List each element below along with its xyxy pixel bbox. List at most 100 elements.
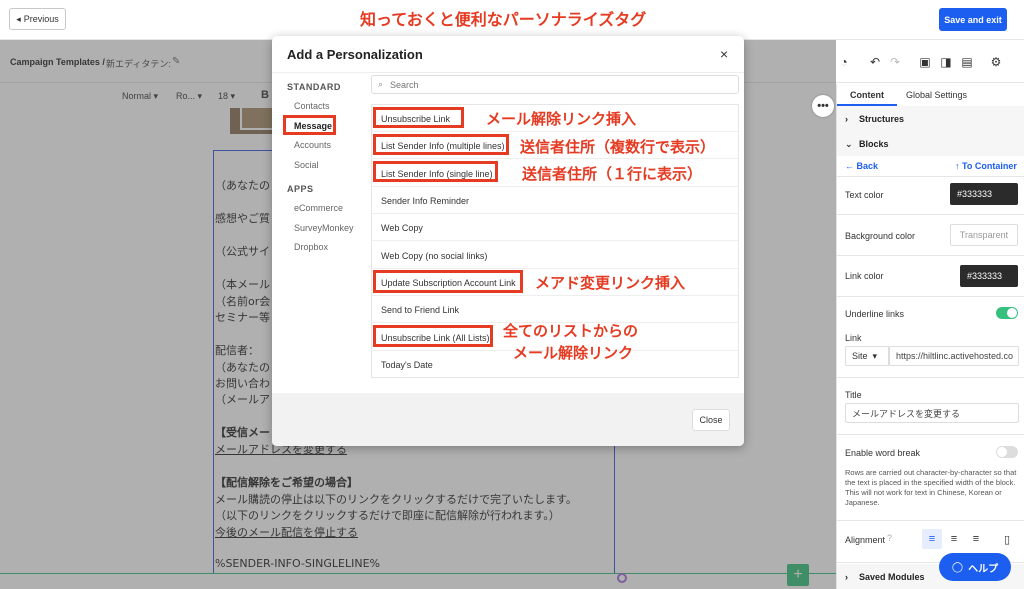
back-link[interactable]: ← Back (845, 161, 878, 171)
underline-links-label: Underline links (845, 309, 905, 319)
annotation-box (283, 115, 336, 135)
help-button[interactable]: ◯ ヘルプ (939, 553, 1011, 581)
annotation-label: 送信者住所（１行に表示） (522, 165, 703, 183)
chevron-down-icon: ⌄ (845, 139, 853, 149)
preview-icon[interactable]: ◨ (938, 54, 954, 70)
list-item[interactable]: Sender Info Reminder (372, 187, 738, 214)
link-url-input[interactable]: https://hiltlinc.activehosted.co (889, 346, 1019, 366)
list-item[interactable]: Web Copy (372, 214, 738, 241)
divider (837, 255, 1024, 256)
word-break-note: Rows are carried out character-by-charac… (845, 468, 1017, 507)
underline-links-toggle[interactable] (996, 307, 1018, 319)
help-label: ヘルプ (968, 563, 999, 575)
blocks-section[interactable]: ⌄ Blocks (837, 131, 1024, 156)
divider (272, 72, 744, 73)
annotation-title: 知っておくと便利なパーソナライズタグ (360, 10, 647, 29)
annotation-box (373, 161, 498, 182)
align-left-button[interactable]: ≡ (922, 529, 942, 549)
annotation-label: メール解除リンク挿入 (486, 110, 637, 128)
annotation-box (373, 134, 509, 155)
align-right-button[interactable]: ≡ (966, 529, 986, 549)
text-color-label: Text color (845, 190, 884, 200)
option-label: Sender Info Reminder (381, 196, 470, 206)
chevron-right-icon: › (845, 572, 848, 582)
option-label: Today's Date (381, 360, 433, 370)
properties-panel: Content Global Settings › Structures ⌄ B… (836, 84, 1024, 589)
title-input[interactable]: メールアドレスを変更する (845, 403, 1019, 423)
alignment-label: Alignment (845, 535, 886, 545)
divider (837, 176, 1024, 177)
list-item[interactable]: Send to Friend Link (372, 296, 738, 323)
title-label: Title (845, 390, 862, 400)
category-contacts[interactable]: Contacts (294, 101, 330, 111)
category-ecommerce[interactable]: eCommerce (294, 203, 343, 213)
category-surveymonkey[interactable]: SurveyMonkey (294, 223, 354, 233)
link-type-value: Site (852, 351, 868, 361)
word-break-label: Enable word break (845, 448, 921, 458)
apps-heading: APPS (287, 184, 314, 194)
blocks-label: Blocks (859, 139, 889, 149)
option-label: Web Copy (381, 223, 423, 233)
divider (837, 520, 1024, 521)
saved-modules-label: Saved Modules (859, 572, 925, 582)
list-item[interactable]: Web Copy (no social links) (372, 242, 738, 269)
modal-footer: Close (272, 393, 744, 446)
annotation-box (373, 325, 493, 347)
background-color-label: Background color (845, 231, 916, 241)
previous-button[interactable]: ◂ Previous (9, 8, 66, 30)
option-label: Send to Friend Link (381, 305, 460, 315)
close-button[interactable]: Close (692, 409, 730, 431)
previous-label: Previous (23, 14, 59, 24)
annotation-label: 全てのリストからの (503, 322, 639, 340)
text-color-picker[interactable]: #333333 (950, 183, 1018, 205)
tab-content[interactable]: Content (850, 90, 884, 100)
link-label: Link (845, 333, 862, 343)
tab-global-settings[interactable]: Global Settings (906, 90, 967, 100)
annotation-label: メアド変更リンク挿入 (535, 274, 686, 292)
modal-title: Add a Personalization (287, 47, 423, 62)
word-break-toggle[interactable] (996, 446, 1018, 458)
search-icon: ⌕ (378, 79, 384, 89)
export-icon[interactable]: ▤ (959, 54, 975, 70)
annotation-label: メール解除リンク (513, 344, 634, 362)
link-type-select[interactable]: Site ▾ (845, 346, 889, 366)
to-container-link[interactable]: ↑ To Container (955, 161, 1017, 171)
to-container-label: To Container (962, 161, 1017, 171)
link-color-label: Link color (845, 271, 884, 281)
background-color-picker[interactable]: Transparent (950, 224, 1018, 246)
code-icon[interactable]: ▣ (917, 54, 933, 70)
search-box: ⌕ (371, 75, 739, 94)
category-social[interactable]: Social (294, 160, 319, 170)
back-label: Back (856, 161, 879, 171)
history-icon[interactable]: ◔ (836, 54, 852, 70)
annotation-box (373, 107, 464, 128)
personalization-modal: Add a Personalization × STANDARD Contact… (272, 36, 744, 446)
more-options-button[interactable]: ••• (812, 95, 834, 117)
toggle-knob (997, 447, 1007, 457)
divider (837, 214, 1024, 215)
annotation-box (373, 270, 523, 293)
chevron-right-icon: › (845, 114, 848, 124)
align-center-button[interactable]: ≡ (944, 529, 964, 549)
caret-left-icon: ◂ (16, 13, 21, 24)
mobile-icon[interactable]: ▯ (997, 529, 1017, 549)
divider (837, 296, 1024, 297)
close-icon[interactable]: × (720, 46, 728, 62)
save-and-exit-button[interactable]: Save and exit (939, 8, 1007, 31)
structures-section[interactable]: › Structures (837, 106, 1024, 131)
link-color-picker[interactable]: #333333 (960, 265, 1018, 287)
undo-icon[interactable]: ↶ (867, 54, 883, 70)
annotation-label: 送信者住所（複数行で表示） (520, 138, 716, 156)
category-accounts[interactable]: Accounts (294, 140, 331, 150)
standard-heading: STANDARD (287, 82, 341, 92)
divider (837, 434, 1024, 435)
structures-label: Structures (859, 114, 905, 124)
category-dropbox[interactable]: Dropbox (294, 242, 328, 252)
gear-icon[interactable]: ⚙ (988, 54, 1004, 70)
option-label: Web Copy (no social links) (381, 251, 488, 261)
top-bar: ◂ Previous 知っておくと便利なパーソナライズタグ Save and e… (0, 0, 1024, 40)
help-circle-icon[interactable]: ? (887, 533, 892, 543)
toggle-knob (1007, 308, 1017, 318)
search-input[interactable] (390, 78, 720, 92)
redo-icon[interactable]: ↷ (887, 54, 903, 70)
